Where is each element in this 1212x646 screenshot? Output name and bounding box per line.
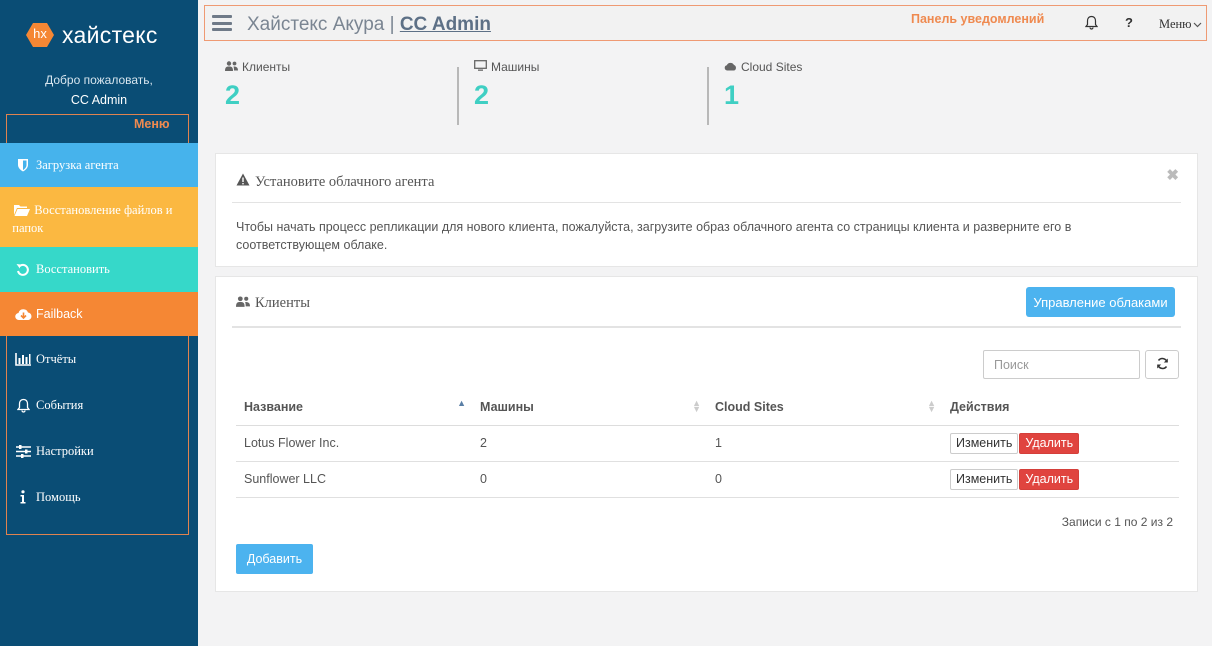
manage-clouds-button[interactable]: Управление облаками	[1026, 287, 1175, 317]
users-icon	[225, 60, 242, 74]
edit-button[interactable]: Изменить	[950, 468, 1019, 490]
sidebar-item-events[interactable]: События	[0, 382, 198, 428]
cell-actions: Изменить Удалить	[942, 461, 1179, 498]
column-header-machines[interactable]: Машины ▲ ▼	[472, 389, 707, 426]
users-icon	[236, 295, 255, 312]
table-header-row: Название ▲ Машины ▲ ▼ Cloud Sites ▲ ▼ Действи…	[236, 389, 1179, 426]
sidebar-item-agent-download[interactable]: Загрузка агента	[0, 143, 198, 187]
cell-machines: 2	[472, 425, 707, 462]
clients-title-text: Клиенты	[255, 295, 310, 311]
title-prefix: Хайстекс Акура |	[247, 14, 400, 35]
shield-icon	[14, 158, 32, 172]
install-agent-alert: Установите облачного агента ✖ Чтобы нача…	[215, 153, 1198, 267]
table-row: Lotus Flower Inc. 2 1 Изменить Удалить	[236, 425, 1179, 462]
alert-title-text: Установите облачного агента	[255, 173, 435, 190]
brand-name: хайстекс	[62, 21, 158, 48]
top-bar: Хайстекс Акура | CC Admin Панель уведомл…	[204, 5, 1207, 41]
stat-value: 1	[724, 80, 740, 110]
undo-icon	[14, 263, 32, 277]
stat-machines: Машины 2	[474, 60, 539, 111]
cell-name: Lotus Flower Inc.	[236, 425, 472, 462]
records-info: Записи с 1 по 2 из 2	[1061, 515, 1173, 529]
stat-divider	[457, 67, 459, 125]
stat-label: Cloud Sites	[741, 60, 803, 74]
sidebar-item-reports[interactable]: Отчёты	[0, 336, 198, 382]
cloud-download-icon	[14, 308, 32, 321]
column-header-cloud-sites[interactable]: Cloud Sites ▲ ▼	[707, 389, 942, 426]
divider	[232, 326, 1181, 328]
stat-value: 2	[225, 80, 241, 110]
stat-divider	[707, 67, 709, 125]
search-input[interactable]	[983, 350, 1140, 379]
hx-logo-icon: hx	[24, 21, 56, 49]
user-menu-dropdown[interactable]: Меню	[1159, 17, 1202, 32]
stat-value: 2	[474, 80, 490, 110]
welcome-block: Добро пожаловать, CC Admin	[0, 70, 198, 110]
close-icon[interactable]: ✖	[1166, 166, 1179, 184]
welcome-user: CC Admin	[70, 93, 128, 107]
notifications-bell-icon[interactable]	[1084, 15, 1099, 33]
edit-button[interactable]: Изменить	[950, 432, 1019, 454]
sidebar-item-label: Загрузка агента	[36, 157, 119, 172]
add-client-button[interactable]: Добавить	[236, 544, 313, 574]
sidebar-item-help[interactable]: Помощь	[0, 474, 198, 520]
divider	[232, 202, 1181, 203]
logo-badge-text: hx	[33, 26, 47, 41]
sidebar: hx хайстекс Добро пожаловать, CC Admin М…	[0, 0, 198, 646]
refresh-button[interactable]	[1145, 350, 1179, 379]
refresh-icon	[1156, 357, 1169, 373]
cell-name: Sunflower LLC	[236, 461, 472, 498]
stat-cloud-sites: Cloud Sites 1	[724, 60, 802, 111]
sidebar-nav: Загрузка агента Восстановление файлов и …	[0, 143, 198, 520]
sidebar-item-label: Помощь	[36, 489, 81, 504]
chevron-down-icon	[1192, 17, 1202, 31]
stat-label: Машины	[491, 60, 540, 74]
cell-sites: 0	[707, 461, 942, 498]
delete-button[interactable]: Удалить	[1019, 432, 1080, 454]
table-row: Sunflower LLC 0 0 Изменить Удалить	[236, 461, 1179, 498]
sidebar-item-failback[interactable]: Failback	[0, 292, 198, 336]
column-header-actions: Действия	[942, 389, 1179, 426]
sidebar-item-label: Отчёты	[36, 351, 77, 366]
monitor-icon	[474, 60, 491, 74]
page-title: Хайстекс Акура | CC Admin	[247, 14, 491, 36]
alert-title: Установите облачного агента	[236, 173, 434, 191]
sort-icon: ▲ ▼	[692, 398, 701, 414]
title-admin-link[interactable]: CC Admin	[400, 14, 491, 35]
warning-icon	[236, 173, 255, 191]
clients-panel: Клиенты Управление облаками Название▲ Ма…	[215, 276, 1198, 592]
sort-icon: ▲ ▼	[927, 398, 936, 414]
sidebar-item-label: Настройки	[36, 443, 94, 458]
delete-button[interactable]: Удалить	[1019, 468, 1080, 490]
notifications-annotation: Панель уведомлений	[911, 12, 1045, 26]
sidebar-item-file-restore[interactable]: Восстановление файлов и папок	[0, 187, 198, 247]
sidebar-item-label: Восстановление файлов и папок	[12, 203, 173, 235]
sliders-icon	[14, 444, 32, 458]
info-icon	[14, 490, 32, 504]
cell-sites: 1	[707, 425, 942, 462]
sidebar-item-label: Восстановить	[36, 262, 110, 276]
user-menu-label: Меню	[1159, 17, 1192, 31]
cell-actions: Изменить Удалить	[942, 425, 1179, 462]
alert-body: Чтобы начать процесс репликации для ново…	[236, 220, 1072, 252]
brand-logo[interactable]: hx хайстекс	[24, 20, 158, 50]
bar-chart-icon	[14, 352, 32, 366]
bell-icon	[14, 398, 32, 413]
clients-table: Название ▲ Машины ▲ ▼ Cloud Sites ▲ ▼ Действи…	[236, 389, 1179, 498]
cell-machines: 0	[472, 461, 707, 498]
sidebar-item-restore[interactable]: Восстановить	[0, 247, 198, 292]
clients-title: Клиенты	[236, 295, 310, 312]
menu-annotation: Меню	[134, 117, 170, 131]
column-header-name[interactable]: Название ▲	[236, 389, 472, 426]
sidebar-item-label: События	[36, 397, 84, 412]
help-button[interactable]: ?	[1125, 15, 1133, 30]
sort-asc-icon: ▲	[457, 398, 466, 408]
sidebar-item-settings[interactable]: Настройки	[0, 428, 198, 474]
hamburger-menu-icon[interactable]	[212, 15, 232, 31]
stat-label: Клиенты	[242, 60, 291, 74]
cloud-icon	[724, 60, 741, 74]
sidebar-item-label: Failback	[36, 307, 83, 321]
welcome-greeting: Добро пожаловать,	[45, 73, 153, 87]
stat-clients: Клиенты 2	[225, 60, 290, 111]
